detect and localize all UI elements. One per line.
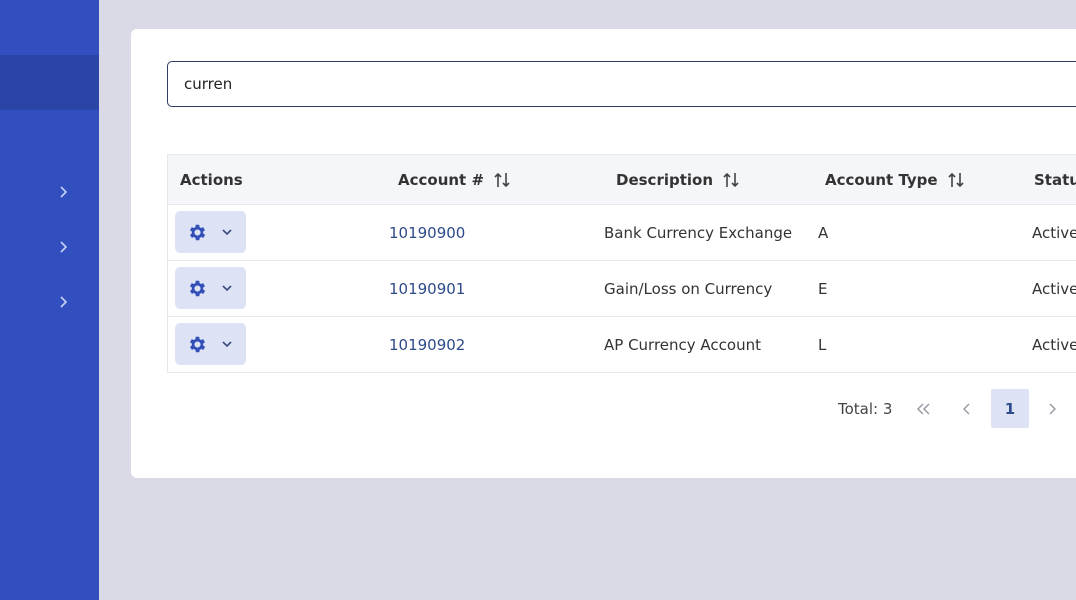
chevron-right-icon[interactable] xyxy=(1037,389,1067,428)
chevron-down-icon xyxy=(222,285,232,292)
header-description[interactable]: Description xyxy=(616,155,740,204)
sidebar-item-active[interactable] xyxy=(0,55,99,110)
chevron-left-icon[interactable] xyxy=(952,389,982,428)
table-row: 10190902 AP Currency Account L Active xyxy=(168,317,1076,373)
row-actions-button[interactable] xyxy=(175,267,246,309)
table-row: 10190900 Bank Currency Exchange A Active xyxy=(168,205,1076,261)
status-cell: Active xyxy=(1032,279,1076,298)
status-cell: Active xyxy=(1032,223,1076,242)
chevron-down-icon xyxy=(222,229,232,236)
chevron-down-icon xyxy=(222,341,232,348)
description-cell: AP Currency Account xyxy=(604,335,761,354)
gear-icon xyxy=(189,280,206,297)
page-button-current[interactable]: 1 xyxy=(991,389,1029,428)
gear-icon xyxy=(189,224,206,241)
account-type-cell: L xyxy=(818,335,827,354)
table-header: Actions Account # Description Account Ty… xyxy=(168,155,1076,205)
header-status[interactable]: Status xyxy=(1034,155,1076,204)
account-number-link[interactable]: 10190900 xyxy=(389,205,465,260)
gear-icon xyxy=(189,336,206,353)
status-cell: Active xyxy=(1032,335,1076,354)
main-card: Actions Account # Description Account Ty… xyxy=(131,29,1076,478)
header-account-number[interactable]: Account # xyxy=(398,155,511,204)
sort-icon[interactable] xyxy=(947,171,965,189)
description-cell: Bank Currency Exchange xyxy=(604,223,793,242)
total-count: Total: 3 xyxy=(838,399,893,418)
sort-icon[interactable] xyxy=(493,171,511,189)
account-type-cell: E xyxy=(818,279,828,298)
sidebar xyxy=(0,0,99,600)
row-actions-button[interactable] xyxy=(175,211,246,253)
table-row: 10190901 Gain/Loss on Currency E Active xyxy=(168,261,1076,317)
description-cell: Gain/Loss on Currency xyxy=(604,279,773,298)
header-actions: Actions xyxy=(180,170,243,189)
search-input[interactable] xyxy=(167,61,1076,107)
header-account-type[interactable]: Account Type xyxy=(825,155,965,204)
double-chevron-left-icon[interactable] xyxy=(909,389,939,428)
account-number-link[interactable]: 10190901 xyxy=(389,261,465,316)
account-type-cell: A xyxy=(818,223,829,242)
row-actions-button[interactable] xyxy=(175,323,246,365)
sidebar-expand-icon[interactable] xyxy=(57,241,69,253)
sidebar-expand-icon[interactable] xyxy=(57,296,69,308)
accounts-table: Actions Account # Description Account Ty… xyxy=(167,154,1076,373)
sort-icon[interactable] xyxy=(722,171,740,189)
sidebar-expand-icon[interactable] xyxy=(57,186,69,198)
account-number-link[interactable]: 10190902 xyxy=(389,317,465,372)
